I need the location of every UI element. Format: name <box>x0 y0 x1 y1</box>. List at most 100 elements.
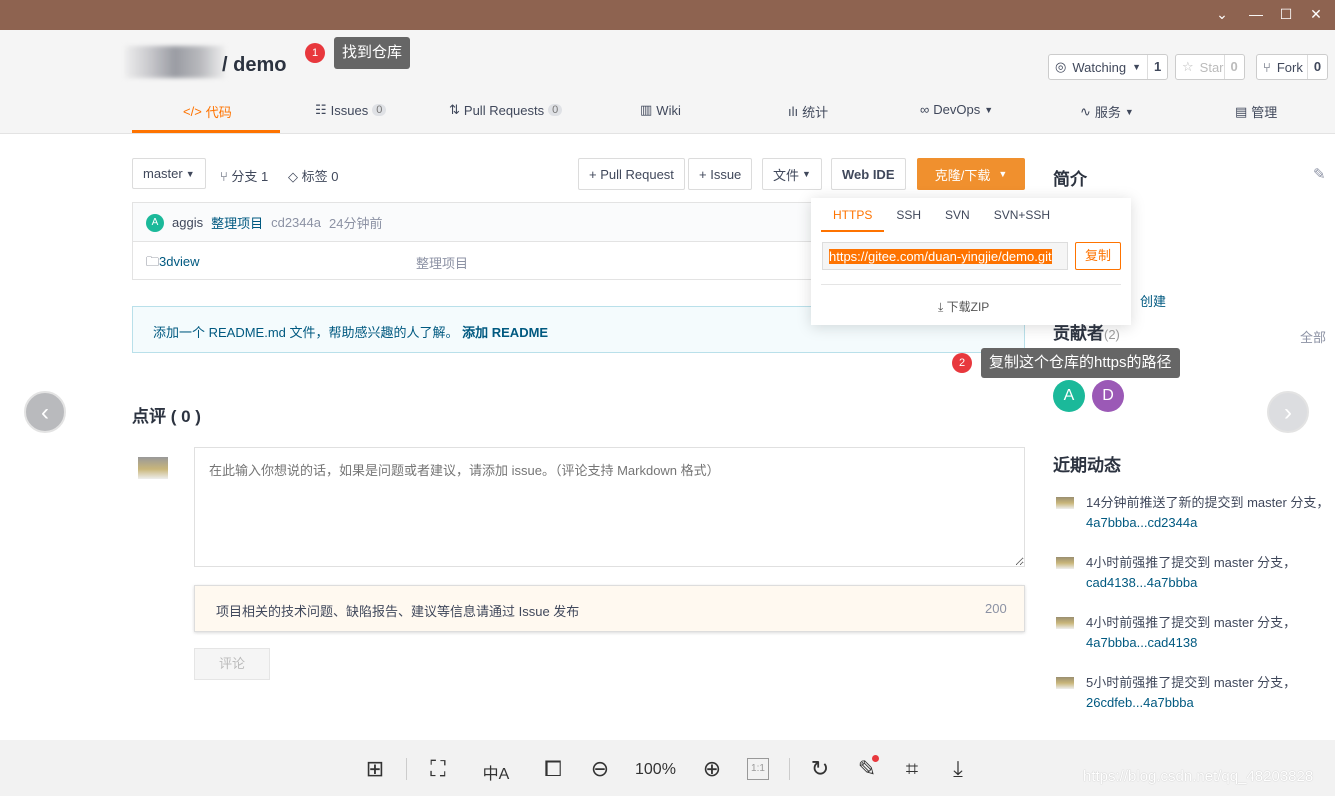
download-icon[interactable]: ⤓ <box>944 756 972 782</box>
crop-icon[interactable]: ⌗ <box>898 756 926 782</box>
fork-label: Fork <box>1276 59 1303 75</box>
zoom-out-icon[interactable]: ⊖ <box>586 756 614 782</box>
tab-https[interactable]: HTTPS <box>821 208 885 232</box>
activity-item: 4小时前强推了提交到 master 分支， 4a7bbba...cad4138 <box>1056 613 1331 653</box>
eye-icon: ◎ <box>1055 59 1067 74</box>
issue-button[interactable]: + Issue <box>688 158 753 190</box>
clone-download-button[interactable]: 克隆/下载 ▼ <box>917 158 1025 190</box>
star-icon: ☆ <box>1182 59 1194 74</box>
intro-title: 简介 <box>1053 170 1087 189</box>
user-avatar <box>138 457 168 479</box>
branches-link[interactable]: ⑂ 分支 1 <box>220 166 268 185</box>
download-zip-button[interactable]: ⤓ 下载ZIP <box>938 298 989 315</box>
chevron-down-icon[interactable]: ⌄ <box>1212 6 1232 23</box>
contributors-label: 贡献者 <box>1053 324 1104 343</box>
tab-stats[interactable]: ılı 统计 <box>788 102 828 121</box>
tab-services[interactable]: ∿ 服务 ▼ <box>1080 102 1134 121</box>
activity-avatar <box>1056 497 1074 509</box>
fork-count: 0 <box>1306 55 1327 79</box>
watermark: https://blog.csdn.net/qq_48203828 <box>1083 768 1314 785</box>
tab-svn-ssh[interactable]: SVN+SSH <box>982 208 1062 232</box>
minimize-icon[interactable]: — <box>1246 6 1266 22</box>
star-count: 0 <box>1223 55 1244 79</box>
clone-url-text: https://gitee.com/duan-yingjie/demo.git <box>829 249 1052 264</box>
fork-button[interactable]: ⑂ Fork 0 <box>1256 54 1329 80</box>
contributor-avatar[interactable]: A <box>1053 380 1085 412</box>
tab-devops[interactable]: ∞ DevOps ▼ <box>920 102 993 117</box>
star-button[interactable]: ☆ Star 0 <box>1175 54 1245 80</box>
commit-author[interactable]: aggis <box>172 215 203 230</box>
maximize-icon[interactable]: ☐ <box>1276 6 1296 23</box>
file-label: 文件 <box>773 167 800 183</box>
file-name[interactable]: 3dview <box>159 254 199 269</box>
branch-select[interactable]: master ▼ <box>132 158 206 189</box>
add-readme-link[interactable]: 添加 README <box>462 325 548 340</box>
zoom-in-icon[interactable]: ⊕ <box>698 756 726 782</box>
annotation-badge: 1 <box>305 43 325 63</box>
pull-request-button[interactable]: + Pull Request <box>578 158 685 190</box>
file-row[interactable]: 🗀3dview <box>146 253 199 275</box>
annotation-badge: 2 <box>952 353 972 373</box>
next-image-button[interactable]: › <box>1267 391 1309 433</box>
download-zip-label: 下载ZIP <box>946 300 990 314</box>
file-commit-message[interactable]: 整理项目 <box>416 253 468 272</box>
download-icon: ⤓ <box>938 300 947 314</box>
activity-link[interactable]: cad4138...4a7bbba <box>1086 575 1197 590</box>
issues-icon: ☷ <box>315 102 327 117</box>
fit-screen-icon[interactable]: ⧠ <box>539 756 567 782</box>
watch-button[interactable]: ◎ Watching ▼ 1 <box>1048 54 1169 80</box>
actual-size-button[interactable]: 1:1 <box>747 758 769 780</box>
tab-pull-requests[interactable]: ⇅ Pull Requests 0 <box>449 102 563 118</box>
tags-link[interactable]: ◇ 标签 0 <box>288 166 338 185</box>
tab-label: Issues <box>330 102 369 118</box>
submit-comment-button[interactable]: 评论 <box>194 648 270 680</box>
translate-icon[interactable]: 中A <box>482 760 510 784</box>
settings-doc-icon: ▤ <box>1235 103 1248 119</box>
edit-icon[interactable]: ✎ <box>1313 165 1326 183</box>
readme-text: 添加一个 README.md 文件，帮助感兴趣的人了解。 <box>153 325 459 340</box>
clone-protocol-tabs: HTTPS SSH SVN SVN+SSH <box>821 208 1062 232</box>
previous-image-button[interactable]: ‹ <box>24 391 66 433</box>
tab-wiki[interactable]: ▥ Wiki <box>640 102 681 118</box>
thumbnails-icon[interactable]: ⊞ <box>361 756 389 782</box>
divider <box>821 284 1121 285</box>
tab-manage[interactable]: ▤ 管理 <box>1235 102 1277 121</box>
activity-link[interactable]: 4a7bbba...cd2344a <box>1086 515 1197 530</box>
tab-label: DevOps <box>933 102 981 117</box>
tab-code[interactable]: </> 代码 <box>183 102 232 121</box>
created-label: 创建 <box>1140 294 1167 309</box>
watch-label: Watching <box>1072 59 1127 75</box>
file-button[interactable]: 文件 ▼ <box>762 158 822 190</box>
activity-link[interactable]: 26cdfeb...4a7bbba <box>1086 695 1194 710</box>
close-icon[interactable]: ✕ <box>1306 6 1326 23</box>
contributor-avatar[interactable]: D <box>1092 380 1124 412</box>
text-recognition-icon[interactable]: ⛶ <box>424 756 452 782</box>
divider <box>406 758 407 780</box>
comment-input[interactable] <box>194 447 1025 567</box>
web-ide-button[interactable]: Web IDE <box>831 158 906 190</box>
tab-issues[interactable]: ☷ Issues 0 <box>315 102 387 118</box>
all-contributors-link[interactable]: 全部 <box>1300 327 1326 346</box>
annotation-tooltip: 找到仓库 <box>334 37 411 69</box>
tab-svn[interactable]: SVN <box>933 208 982 232</box>
tab-ssh[interactable]: SSH <box>884 208 933 232</box>
tab-label: Pull Requests <box>463 102 545 118</box>
activity-avatar <box>1056 677 1074 689</box>
active-tab-indicator <box>132 130 280 133</box>
infinity-icon: ∞ <box>920 102 930 117</box>
notification-dot <box>872 755 879 762</box>
book-icon: ▥ <box>640 102 653 117</box>
commit-message[interactable]: 整理项目 <box>211 213 263 232</box>
commit-hash[interactable]: cd2344a <box>271 215 321 230</box>
rotate-icon[interactable]: ↻ <box>806 756 834 782</box>
contributors-title: 贡献者(2) <box>1053 324 1120 345</box>
clone-url-input[interactable]: https://gitee.com/duan-yingjie/demo.git <box>822 242 1068 270</box>
activity-link[interactable]: 4a7bbba...cad4138 <box>1086 635 1197 650</box>
copy-button[interactable]: 复制 <box>1075 242 1121 270</box>
tags-label: 标签 0 <box>301 169 339 184</box>
tag-icon: ◇ <box>288 169 302 184</box>
zoom-level: 100% <box>635 761 676 778</box>
repo-title[interactable]: / demo <box>222 54 286 77</box>
clone-label: 克隆/下载 <box>934 167 991 183</box>
watch-count: 1 <box>1146 55 1167 79</box>
